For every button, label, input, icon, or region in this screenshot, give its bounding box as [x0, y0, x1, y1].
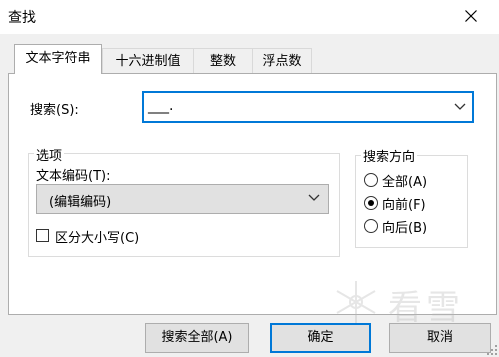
- search-label: 搜索(S):: [30, 103, 79, 118]
- close-button[interactable]: [454, 0, 488, 32]
- ok-label: 确定: [307, 330, 334, 345]
- options-legend: 选项: [34, 145, 65, 164]
- search-all-label: 搜索全部(A): [161, 330, 233, 345]
- chevron-down-icon: [308, 194, 320, 201]
- case-sensitive-checkbox[interactable]: [36, 229, 49, 242]
- search-all-button[interactable]: 搜索全部(A): [145, 323, 249, 353]
- tab-label: 十六进制值: [115, 54, 181, 69]
- direction-all-label[interactable]: 全部(A): [382, 171, 427, 190]
- tab-float[interactable]: 浮点数: [252, 48, 312, 73]
- tab-text-string[interactable]: 文本字符串: [14, 44, 102, 74]
- tab-label: 文本字符串: [25, 51, 91, 66]
- direction-backward-label[interactable]: 向后(B): [382, 217, 427, 236]
- direction-forward-radio[interactable]: [364, 196, 378, 210]
- window-title: 查找: [8, 10, 36, 26]
- direction-legend: 搜索方向: [361, 146, 418, 165]
- encoding-label: 文本编码(T):: [36, 169, 111, 184]
- title-bar: 查找: [0, 0, 499, 34]
- search-input[interactable]: ___.: [148, 98, 173, 114]
- chevron-down-icon[interactable]: [454, 103, 466, 111]
- cancel-label: 取消: [426, 330, 453, 345]
- ok-button[interactable]: 确定: [270, 323, 371, 353]
- resize-grip-icon[interactable]: [486, 344, 498, 356]
- close-icon: [465, 10, 477, 22]
- direction-backward-radio[interactable]: [364, 219, 378, 233]
- cancel-button[interactable]: 取消: [389, 323, 491, 353]
- encoding-select[interactable]: (编辑编码): [36, 184, 329, 214]
- tab-label: 整数: [209, 54, 236, 69]
- case-sensitive-label[interactable]: 区分大小写(C): [55, 227, 139, 246]
- direction-all-radio[interactable]: [364, 173, 378, 187]
- tab-hex-value[interactable]: 十六进制值: [102, 48, 194, 73]
- search-combobox[interactable]: ___.: [142, 91, 474, 123]
- direction-forward-label[interactable]: 向前(F): [382, 194, 426, 213]
- encoding-value: (编辑编码): [49, 195, 112, 210]
- tab-label: 浮点数: [262, 54, 302, 69]
- tab-strip: 文本字符串 十六进制值 整数 浮点数: [0, 44, 499, 74]
- tab-integer[interactable]: 整数: [193, 48, 253, 73]
